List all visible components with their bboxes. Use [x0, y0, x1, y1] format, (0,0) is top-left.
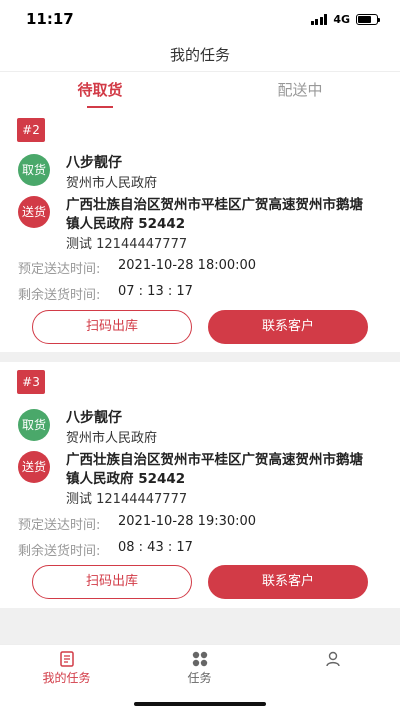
pickup-address: 贺州市人民政府 — [66, 176, 158, 191]
contact-info: 测试 12144447777 — [66, 237, 188, 252]
pickup-badge: 取货 — [18, 154, 50, 186]
status-time: 11:17 — [26, 10, 74, 28]
contact-info: 测试 12144447777 — [66, 492, 188, 507]
pickup-name: 八步靓仔 — [66, 155, 122, 171]
battery-icon — [356, 13, 380, 25]
tab-delivering[interactable]: 配送中 — [200, 72, 400, 110]
scheduled-time-label: 预定送达时间: — [18, 518, 101, 533]
user-icon — [325, 651, 340, 667]
tab-pending-pickup[interactable]: 待取货 — [0, 72, 200, 110]
scan-out-button[interactable]: 扫码出库 — [32, 565, 192, 599]
order-number: #3 — [17, 370, 45, 394]
pickup-badge: 取货 — [18, 409, 50, 441]
nav-label: 我的任务 — [42, 671, 91, 685]
scheduled-time-value: 2021-10-28 19:30:00 — [118, 514, 257, 529]
contact-customer-button[interactable]: 联系客户 — [208, 310, 368, 344]
nav-my-tasks[interactable]: 我的任务 — [0, 651, 133, 686]
deliver-badge: 送货 — [18, 196, 50, 228]
remaining-time-value: 08 : 43 : 17 — [118, 540, 193, 555]
order-number: #2 — [17, 118, 45, 142]
home-indicator — [134, 702, 266, 706]
contact-customer-button[interactable]: 联系客户 — [208, 565, 368, 599]
deliver-badge: 送货 — [18, 451, 50, 483]
pickup-address: 贺州市人民政府 — [66, 431, 158, 446]
scan-out-button[interactable]: 扫码出库 — [32, 310, 192, 344]
deliver-address: 广西壮族自治区贺州市平桂区广贺高速贺州市鹅塘镇人民政府 52442 — [66, 197, 363, 232]
order-card: #2 取货 八步靓仔 贺州市人民政府 送货 广西壮族自治区贺州市平桂区广贺高速贺… — [0, 110, 400, 352]
bottom-navigation: 我的任务 任务 — [0, 644, 400, 711]
status-bar: 11:17 4G — [0, 0, 400, 38]
remaining-time-label: 剩余送货时间: — [18, 288, 101, 303]
deliver-address: 广西壮族自治区贺州市平桂区广贺高速贺州市鹅塘镇人民政府 52442 — [66, 452, 363, 487]
remaining-time-label: 剩余送货时间: — [18, 544, 101, 559]
order-card: #3 取货 八步靓仔 贺州市人民政府 送货 广西壮族自治区贺州市平桂区广贺高速贺… — [0, 362, 400, 608]
network-type: 4G — [333, 12, 350, 26]
scheduled-time-value: 2021-10-28 18:00:00 — [118, 258, 257, 273]
nav-tasks[interactable]: 任务 — [133, 651, 266, 686]
status-indicators: 4G — [310, 12, 380, 26]
nav-label: 任务 — [187, 671, 212, 685]
page-title: 我的任务 — [0, 38, 400, 72]
scheduled-time-label: 预定送达时间: — [18, 262, 101, 277]
signal-icon — [310, 13, 328, 25]
remaining-time-value: 07 : 13 : 17 — [118, 284, 193, 299]
pickup-name: 八步靓仔 — [66, 410, 122, 426]
tab-bar: 待取货 配送中 — [0, 72, 400, 110]
nav-profile[interactable] — [266, 651, 399, 669]
grid-icon — [192, 651, 207, 667]
task-icon — [59, 651, 74, 667]
